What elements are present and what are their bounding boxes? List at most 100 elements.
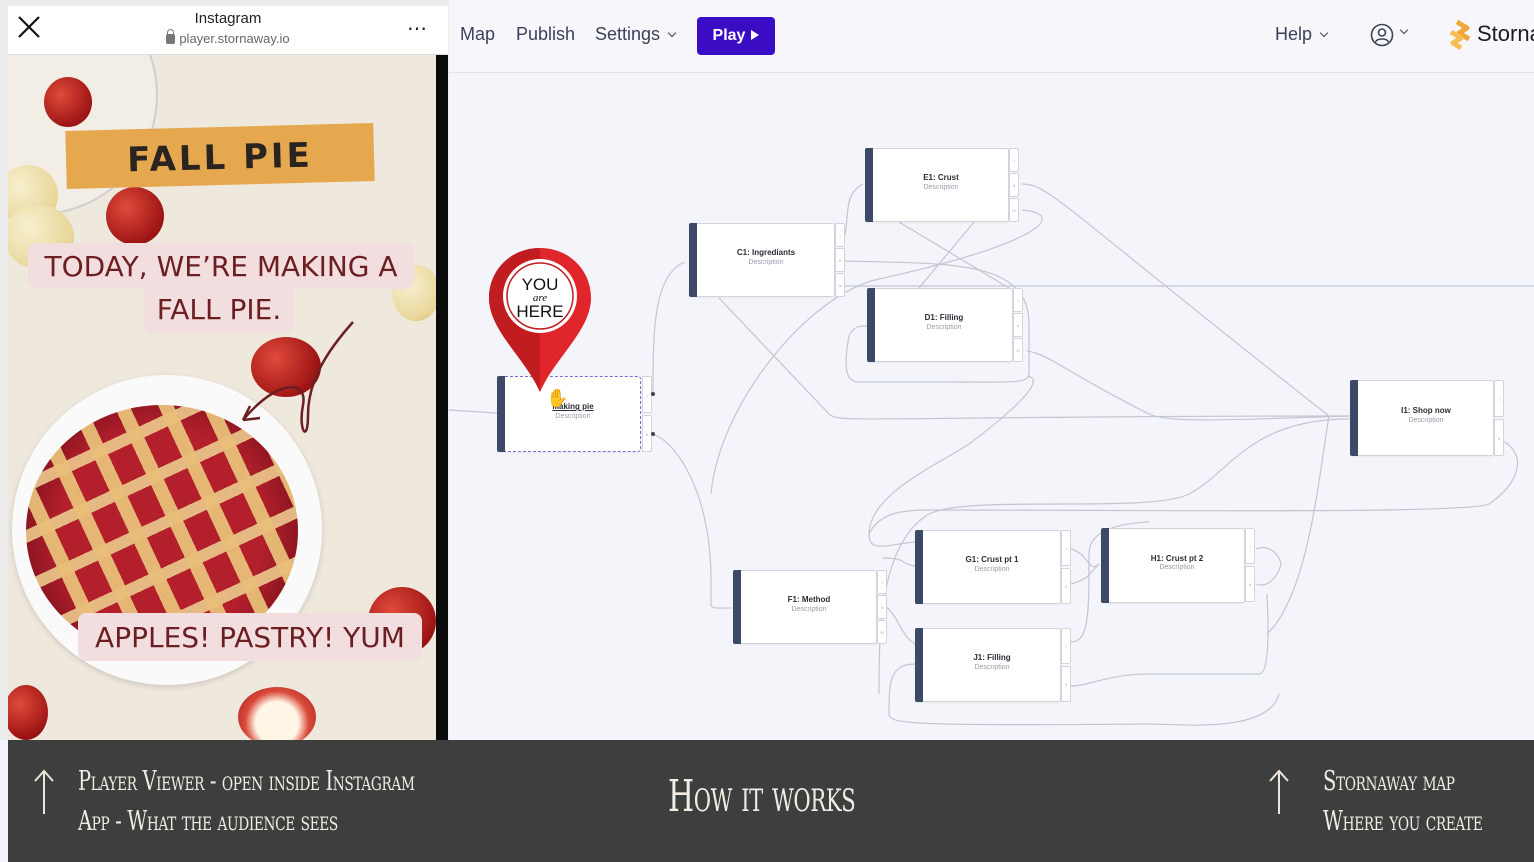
map-node-g1[interactable]: G1: Crust pt 1 Description <box>915 530 1061 604</box>
connection-line <box>918 221 975 289</box>
port-1[interactable]: I <box>1013 288 1023 312</box>
connection-line <box>844 183 864 236</box>
map-node-f1[interactable]: F1: Method Description <box>733 570 877 644</box>
lock-icon <box>166 29 176 44</box>
node-handle[interactable] <box>865 148 873 222</box>
connection-line <box>1255 547 1282 565</box>
chevron-down-icon <box>667 28 677 38</box>
port-3[interactable]: III <box>1013 338 1023 362</box>
apple-image <box>106 187 164 245</box>
caption-line-2: FALL PIE. <box>144 287 294 333</box>
chevron-down-icon <box>1319 28 1329 38</box>
node-description: Description <box>926 323 962 331</box>
map-node-e1[interactable]: E1: Crust Description <box>865 148 1009 222</box>
node-title: E1: Crust <box>923 173 959 183</box>
map-node-i1[interactable]: I1: Shop now Description <box>1350 380 1494 456</box>
port-2[interactable]: II <box>877 595 887 619</box>
node-title: G1: Crust pt 1 <box>965 555 1019 565</box>
port-2[interactable]: II <box>1013 313 1023 337</box>
nav-help[interactable]: Help <box>1275 24 1329 45</box>
port-3[interactable]: III <box>835 273 845 297</box>
port-1[interactable]: I <box>1061 530 1071 566</box>
you-are-here-pin: YOU are HERE <box>489 248 591 392</box>
connection-line <box>1021 183 1330 417</box>
port-1[interactable]: I <box>877 570 887 594</box>
play-label: Play <box>712 27 746 44</box>
port-2[interactable]: II <box>835 248 845 272</box>
player-viewer-caption-line-2: App - What the audience sees <box>78 806 338 837</box>
nav-publish[interactable]: Publish <box>516 24 575 45</box>
port-1[interactable]: I <box>1494 380 1504 417</box>
connection-line <box>1266 415 1330 635</box>
arrow-up-icon <box>34 769 54 814</box>
node-handle[interactable] <box>689 223 697 297</box>
node-description: Description <box>555 412 591 420</box>
user-circle-icon <box>1370 23 1394 47</box>
apple-image <box>8 685 48 740</box>
node-title: C1: Ingrediants <box>736 248 796 258</box>
node-description: Description <box>791 605 827 613</box>
nav-map[interactable]: Map <box>460 24 495 45</box>
stornaway-map-caption: Stornaway map Where you create <box>1323 762 1483 842</box>
port-1[interactable]: I <box>1061 628 1071 664</box>
brand[interactable]: Storna <box>1447 20 1534 50</box>
connection-line <box>1026 350 1350 421</box>
port-dot[interactable] <box>651 432 655 436</box>
node-handle[interactable] <box>915 628 923 702</box>
connection-line <box>881 557 916 567</box>
connection-line <box>898 221 1010 289</box>
port-2[interactable]: II <box>1009 173 1019 197</box>
port-3[interactable]: III <box>877 620 887 644</box>
top-nav: Map Publish Settings Play Help Storna <box>449 0 1534 73</box>
node-title: F1: Method <box>787 595 831 605</box>
connection-line <box>1070 593 1269 687</box>
nav-settings[interactable]: Settings <box>595 24 677 45</box>
hand-cursor-icon: ✋ <box>546 388 569 408</box>
connection-line <box>652 261 686 393</box>
browser-app-title: Instagram <box>194 10 262 27</box>
node-handle[interactable] <box>1350 380 1358 456</box>
port-2[interactable]: II <box>1061 568 1071 604</box>
instagram-browser-bar: Instagram player.stornaway.io ⋯ <box>8 6 448 55</box>
node-title: J1: Filling <box>973 653 1011 663</box>
port-1[interactable]: I <box>1245 528 1255 564</box>
connection-line <box>449 409 498 414</box>
video-player[interactable]: FALL PIE TODAY, WE’RE MAKING A FALL PIE.… <box>8 55 436 740</box>
node-description: Description <box>748 258 784 266</box>
caption-line-1: TODAY, WE’RE MAKING A <box>28 243 414 289</box>
ellipsis-icon[interactable]: ⋯ <box>407 16 428 41</box>
player-viewer-caption-line-1: Player Viewer - open inside Instagram <box>78 766 415 797</box>
port-2[interactable]: II <box>1494 419 1504 456</box>
account-menu[interactable] <box>1370 23 1409 47</box>
node-handle[interactable] <box>867 288 875 362</box>
node-description: Description <box>974 565 1010 573</box>
map-node-c1[interactable]: C1: Ingrediants Description <box>689 223 835 297</box>
port-2[interactable]: II <box>1245 566 1255 602</box>
stornaway-map-caption-line-1: Stornaway map <box>1323 766 1455 797</box>
connection-line <box>652 433 732 609</box>
map-node-h1[interactable]: H1: Crust pt 2 Description <box>1101 528 1245 603</box>
node-description: Description <box>1159 564 1195 572</box>
node-handle[interactable] <box>1101 528 1109 603</box>
chevron-down-icon <box>1399 25 1409 35</box>
brand-name: Storna <box>1477 20 1534 46</box>
play-button[interactable]: Play <box>697 17 775 55</box>
port-1[interactable]: I <box>835 223 845 247</box>
player-viewer-caption: Player Viewer - open inside Instagram Ap… <box>78 762 415 842</box>
url-text: player.stornaway.io <box>179 31 290 46</box>
arrow-up-icon <box>1269 769 1289 814</box>
pin-text-here: HERE <box>516 302 563 321</box>
port-2[interactable]: II <box>1061 666 1071 702</box>
map-node-d1[interactable]: D1: Filling Description <box>867 288 1013 362</box>
node-handle[interactable] <box>915 530 923 604</box>
story-map-canvas[interactable]: Making pie Description I II C1: Ingredia… <box>449 74 1534 740</box>
caption-bottom: APPLES! PASTRY! YUM <box>78 613 422 661</box>
node-handle[interactable] <box>733 570 741 644</box>
map-node-j1[interactable]: J1: Filling Description <box>915 628 1061 702</box>
nav-settings-label: Settings <box>595 24 661 44</box>
connection-line <box>868 375 1034 547</box>
port-3[interactable]: III <box>1009 198 1019 222</box>
nav-help-label: Help <box>1275 24 1313 44</box>
port-1[interactable]: I <box>1009 148 1019 172</box>
port-dot[interactable] <box>651 392 655 396</box>
